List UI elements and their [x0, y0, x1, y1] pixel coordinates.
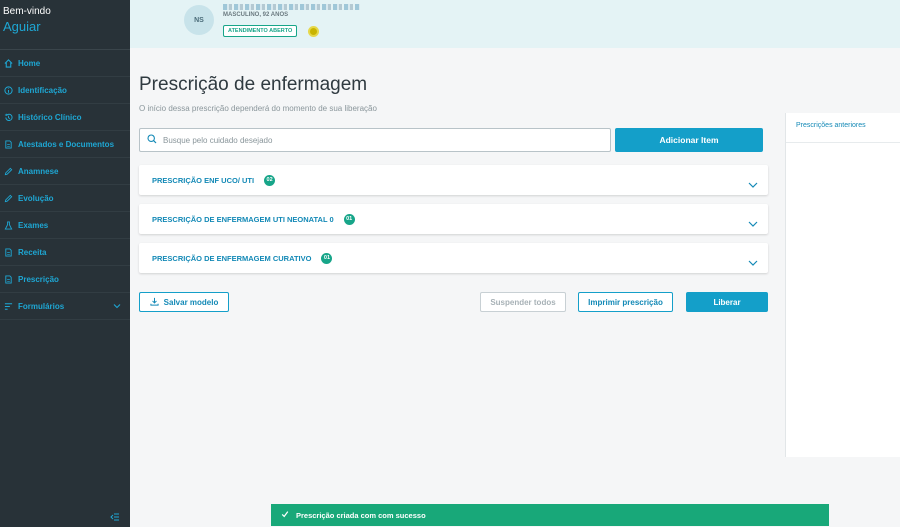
sidebar: Bem-vindo Aguiar Home Identificação Hist…	[0, 0, 130, 527]
sidebar-item-label: Receita	[18, 247, 47, 257]
suspend-all-button[interactable]: Suspender todos	[480, 292, 566, 312]
section-prescricao-enf-uco-uti[interactable]: PRESCRIÇÃO ENF UCO/ UTI 02	[139, 165, 768, 195]
sidebar-item-exames[interactable]: Exames	[0, 212, 130, 239]
download-icon	[150, 297, 164, 308]
coin-icon[interactable]	[308, 26, 319, 37]
welcome-label: Bem-vindo	[3, 6, 51, 17]
print-prescription-button[interactable]: Imprimir prescrição	[578, 292, 673, 312]
user-name: Aguiar	[3, 19, 41, 34]
flask-icon	[3, 220, 13, 230]
section-label: PRESCRIÇÃO DE ENFERMAGEM UTI NEONATAL 0	[152, 214, 334, 224]
count-badge: 01	[321, 252, 333, 264]
sidebar-item-label: Identificação	[18, 85, 67, 95]
search-icon	[147, 131, 157, 149]
chevron-down-icon[interactable]	[748, 176, 758, 188]
patient-avatar: NS	[184, 5, 214, 35]
home-icon	[3, 58, 13, 68]
pencil-icon	[3, 166, 13, 176]
search-input[interactable]	[163, 135, 603, 145]
section-prescricao-uti-neonatal[interactable]: PRESCRIÇÃO DE ENFERMAGEM UTI NEONATAL 0 …	[139, 204, 768, 234]
sidebar-item-label: Formulários	[18, 301, 65, 311]
save-model-button[interactable]: Salvar modelo	[139, 292, 229, 312]
sidebar-item-label: Prescrição	[18, 274, 59, 284]
sidebar-item-formularios[interactable]: Formulários	[0, 293, 130, 320]
sidebar-item-label: Anamnese	[18, 166, 59, 176]
sidebar-item-label: Evolução	[18, 193, 54, 203]
sidebar-item-label: Atestados e Documentos	[18, 139, 115, 149]
sidebar-item-prescricao[interactable]: Prescrição	[0, 266, 130, 293]
sidebar-item-label: Exames	[18, 220, 49, 230]
document-icon	[3, 274, 13, 284]
list-icon	[3, 301, 13, 311]
sidebar-item-label: Home	[18, 58, 41, 68]
sidebar-item-receita[interactable]: Receita	[0, 239, 130, 266]
history-icon	[3, 112, 13, 122]
collapse-sidebar-icon[interactable]	[110, 509, 120, 521]
document-icon	[3, 139, 13, 149]
sidebar-item-identificacao[interactable]: Identificação	[0, 77, 130, 104]
page-title: Prescrição de enfermagem	[139, 74, 368, 95]
pencil-icon	[3, 193, 13, 203]
toast-message: Prescrição criada com com sucesso	[296, 510, 426, 520]
sidebar-item-anamnese[interactable]: Anamnese	[0, 158, 130, 185]
welcome-block: Bem-vindo Aguiar	[0, 0, 130, 50]
previous-prescriptions-title[interactable]: Prescrições anteriores	[786, 113, 900, 143]
chevron-down-icon	[113, 302, 121, 311]
success-toast: Prescrição criada com com sucesso	[271, 504, 829, 526]
save-model-label: Salvar modelo	[163, 297, 219, 307]
release-button[interactable]: Liberar	[686, 292, 768, 312]
sidebar-item-atestados[interactable]: Atestados e Documentos	[0, 131, 130, 158]
chevron-down-icon[interactable]	[748, 254, 758, 266]
page-subtitle: O início dessa prescrição dependerá do m…	[139, 104, 377, 113]
check-icon	[281, 510, 296, 520]
sidebar-item-home[interactable]: Home	[0, 50, 130, 77]
info-icon	[3, 85, 13, 95]
count-badge: 02	[264, 174, 276, 186]
sidebar-nav: Home Identificação Histórico Clínico Ate…	[0, 50, 130, 320]
sidebar-item-historico[interactable]: Histórico Clínico	[0, 104, 130, 131]
add-item-button[interactable]: Adicionar Item	[615, 128, 763, 152]
search-box[interactable]	[139, 128, 611, 152]
document-icon	[3, 247, 13, 257]
patient-info: MASCULINO, 92 ANOS	[223, 12, 289, 18]
section-prescricao-curativo[interactable]: PRESCRIÇÃO DE ENFERMAGEM CURATIVO 01	[139, 243, 768, 273]
status-badge: ATENDIMENTO ABERTO	[223, 25, 298, 37]
patient-header: NS MASCULINO, 92 ANOS ATENDIMENTO ABERTO	[130, 0, 900, 48]
previous-prescriptions-panel: Prescrições anteriores	[785, 113, 900, 457]
count-badge: 01	[343, 213, 355, 225]
section-label: PRESCRIÇÃO DE ENFERMAGEM CURATIVO	[152, 253, 312, 263]
patient-name-redacted	[223, 4, 360, 10]
sidebar-item-evolucao[interactable]: Evolução	[0, 185, 130, 212]
section-label: PRESCRIÇÃO ENF UCO/ UTI	[152, 175, 255, 185]
chevron-down-icon[interactable]	[748, 215, 758, 227]
sidebar-item-label: Histórico Clínico	[18, 112, 82, 122]
